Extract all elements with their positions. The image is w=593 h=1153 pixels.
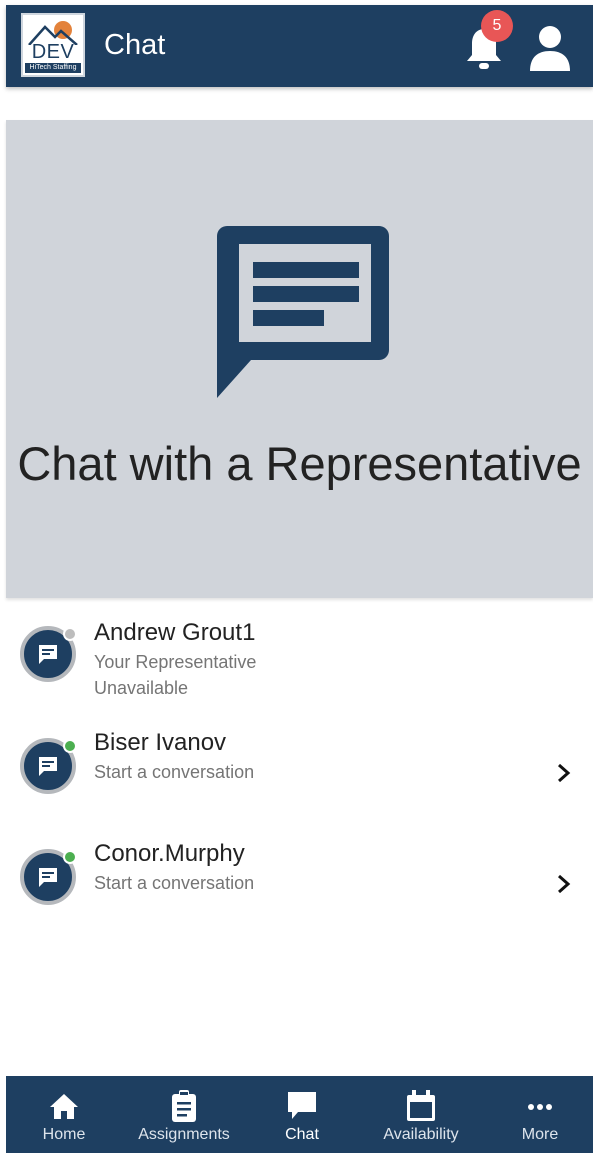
rep-status: Unavailable bbox=[94, 678, 189, 698]
more-icon bbox=[528, 1104, 552, 1110]
logo-text: DEV bbox=[31, 41, 75, 63]
chat-icon bbox=[39, 645, 57, 664]
bottom-nav: Home Assignments Chat Availability More bbox=[6, 1076, 593, 1153]
status-dot bbox=[63, 739, 77, 753]
chat-icon bbox=[39, 757, 57, 776]
chat-bubble-icon bbox=[217, 226, 389, 398]
list-item[interactable]: Conor.Murphy Start a conversation bbox=[6, 833, 593, 929]
notification-badge: 5 bbox=[481, 10, 513, 42]
list-item: Andrew Grout1 Your Representative Unavai… bbox=[6, 610, 593, 706]
rep-name: Andrew Grout1 bbox=[94, 619, 256, 646]
home-icon bbox=[50, 1094, 78, 1119]
status-dot bbox=[63, 627, 77, 641]
nav-label-more: More bbox=[521, 1126, 559, 1143]
status-dot bbox=[63, 850, 77, 864]
app-header: DEV HiTech Staffing Chat 5 bbox=[6, 5, 593, 87]
clipboard-icon bbox=[172, 1090, 196, 1122]
user-icon[interactable] bbox=[528, 25, 572, 71]
chat-screen: DEV HiTech Staffing Chat 5 Chat with a R… bbox=[0, 0, 593, 1153]
rep-subtitle: Your Representative bbox=[94, 652, 257, 672]
chevron-right-icon[interactable] bbox=[555, 762, 573, 784]
chat-icon bbox=[288, 1092, 316, 1119]
app-logo[interactable]: DEV HiTech Staffing bbox=[21, 13, 85, 77]
hero-title: Chat with a Representative bbox=[17, 437, 582, 490]
nav-label-availability: Availability bbox=[383, 1126, 459, 1143]
rep-subtitle: Start a conversation bbox=[94, 762, 255, 782]
rep-name: Conor.Murphy bbox=[94, 840, 245, 867]
calendar-icon bbox=[407, 1090, 435, 1121]
nav-label-chat: Chat bbox=[285, 1126, 319, 1143]
chat-icon bbox=[39, 868, 57, 887]
chevron-right-icon[interactable] bbox=[555, 873, 573, 895]
nav-item-assignments[interactable]: Assignments bbox=[126, 1076, 242, 1153]
logo-subtext: HiTech Staffing bbox=[25, 63, 81, 73]
nav-label-assignments: Assignments bbox=[138, 1126, 230, 1143]
nav-item-more[interactable]: More bbox=[500, 1076, 580, 1153]
page-title: Chat bbox=[104, 29, 166, 61]
nav-item-availability[interactable]: Availability bbox=[369, 1076, 473, 1153]
nav-item-chat[interactable]: Chat bbox=[262, 1076, 342, 1153]
chat-hero-banner: Chat with a Representative bbox=[6, 120, 593, 598]
rep-name: Biser Ivanov bbox=[94, 729, 227, 756]
nav-label-home: Home bbox=[42, 1126, 86, 1143]
nav-item-home[interactable]: Home bbox=[24, 1076, 104, 1153]
rep-subtitle: Start a conversation bbox=[94, 873, 255, 893]
list-item[interactable]: Biser Ivanov Start a conversation bbox=[6, 722, 593, 818]
